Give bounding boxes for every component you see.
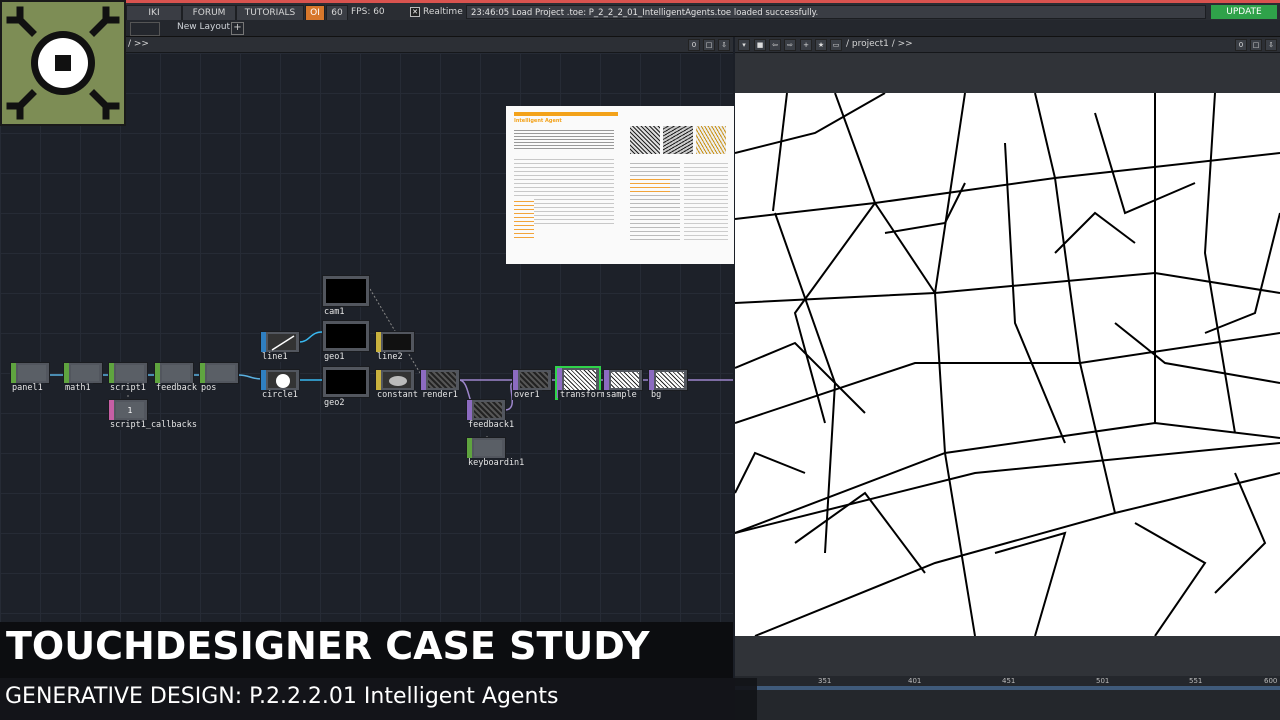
down-icon[interactable]: ⇩ <box>1265 39 1277 51</box>
fps-target[interactable]: 60 <box>326 5 348 21</box>
add-icon[interactable]: + <box>800 39 812 51</box>
op-math1[interactable] <box>63 362 103 384</box>
forum-button[interactable]: FORUM <box>182 5 236 21</box>
op-over1[interactable] <box>512 369 552 391</box>
render-viewer[interactable] <box>734 92 1280 637</box>
op-label: constant <box>375 390 420 400</box>
tutorials-button[interactable]: TUTORIALS <box>236 5 304 21</box>
save-icon[interactable]: ▭ <box>830 39 842 51</box>
op-label: cam1 <box>322 307 347 317</box>
forward-icon[interactable]: ⇨ <box>784 39 796 51</box>
op-constant[interactable] <box>375 369 415 391</box>
op-feedback[interactable] <box>154 362 194 384</box>
op-label: transform <box>558 390 609 400</box>
layout-grid-icon[interactable] <box>130 22 160 36</box>
op-label: math1 <box>63 383 93 393</box>
op-script1[interactable] <box>108 362 148 384</box>
fps-readout: FPS: 60 <box>351 7 385 17</box>
op-script1-callbacks[interactable]: 1 <box>108 399 148 421</box>
realtime-label: Realtime <box>423 7 463 17</box>
op-label: pos <box>199 383 219 393</box>
timeline-tick: 551 <box>1189 677 1203 685</box>
timeline-tick: 600 <box>1264 677 1278 685</box>
book-heading: Intelligent Agent <box>514 118 562 124</box>
add-layout-button[interactable]: + <box>231 22 244 35</box>
op-keyboardin1[interactable] <box>466 437 506 459</box>
timeline-tick: 401 <box>908 677 922 685</box>
op-label: feedback <box>154 383 199 393</box>
agents-render <box>734 92 1280 637</box>
op-label: circle1 <box>260 390 300 400</box>
network-path[interactable]: / >> <box>128 39 149 49</box>
timeline-tick: 351 <box>818 677 832 685</box>
op-cam1[interactable] <box>322 275 370 307</box>
op-label: line1 <box>260 352 290 362</box>
viewer-path[interactable]: / project1 / >> <box>846 39 913 49</box>
log-message: 23:46:05 Load Project .toe: P_2_2_2_01_I… <box>466 5 1206 19</box>
star-icon[interactable]: ★ <box>815 39 827 51</box>
op-label: feedback1 <box>466 420 517 430</box>
op-line1[interactable] <box>260 331 300 353</box>
op-label: line2 <box>375 352 405 362</box>
zoom-left[interactable]: 0 <box>688 39 700 51</box>
callbacks-value: 1 <box>116 402 144 418</box>
case-study-subtitle: GENERATIVE DESIGN: P.2.2.2.01 Intelligen… <box>5 684 559 709</box>
down-icon[interactable]: ⇩ <box>718 39 730 51</box>
timeline-tick: 451 <box>1002 677 1016 685</box>
op-circle1[interactable] <box>260 369 300 391</box>
op-label: geo2 <box>322 398 347 408</box>
op-sample[interactable] <box>603 369 643 391</box>
op-feedback1[interactable] <box>466 399 506 421</box>
viewer-header <box>735 53 1280 93</box>
op-label: script1_callbacks <box>108 420 199 430</box>
timeline-tick: 501 <box>1096 677 1110 685</box>
stop-icon[interactable]: ■ <box>754 39 766 51</box>
update-button[interactable]: UPDATE <box>1211 5 1277 19</box>
chevron-down-icon[interactable]: ▾ <box>738 39 750 51</box>
realtime-checkbox[interactable]: ✕ <box>410 7 420 17</box>
op-geo2[interactable] <box>322 366 370 398</box>
op-panel1[interactable] <box>10 362 50 384</box>
op-label: script1 <box>108 383 148 393</box>
touchdesigner-logo <box>0 0 126 126</box>
logo-icon <box>6 6 120 120</box>
back-icon[interactable]: ⇦ <box>769 39 781 51</box>
op-bg[interactable] <box>648 369 688 391</box>
reference-book-image: Intelligent Agent <box>506 106 734 264</box>
op-render1[interactable] <box>420 369 460 391</box>
wiki-button[interactable]: IKI <box>126 5 182 21</box>
op-label: geo1 <box>322 352 347 362</box>
op-label: sample <box>604 390 639 400</box>
window-icon[interactable]: □ <box>1250 39 1262 51</box>
op-label: keyboardin1 <box>466 458 527 468</box>
case-study-title: TOUCHDESIGNER CASE STUDY <box>6 624 650 668</box>
oi-badge[interactable]: OI <box>305 5 325 21</box>
network-editor[interactable]: Intelligent Agent panel1 math1 script1 f… <box>0 53 734 623</box>
op-label: panel1 <box>10 383 45 393</box>
viewer-footer <box>735 636 1280 676</box>
status-line <box>0 0 1280 3</box>
zoom-right[interactable]: 0 <box>1235 39 1247 51</box>
op-label: render1 <box>420 390 460 400</box>
window-icon[interactable]: □ <box>703 39 715 51</box>
op-label: bg <box>649 390 664 400</box>
op-line2[interactable] <box>375 331 415 353</box>
op-geo1[interactable] <box>322 320 370 352</box>
op-pos[interactable] <box>199 362 239 384</box>
op-label: over1 <box>512 390 542 400</box>
new-layout-label[interactable]: New Layout <box>177 22 230 32</box>
